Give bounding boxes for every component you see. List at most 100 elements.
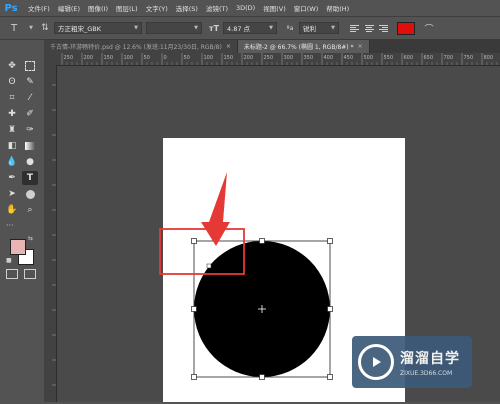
chevron-down-icon: ▼ — [331, 25, 335, 31]
lasso-icon[interactable]: ʘ — [4, 75, 20, 89]
zoom-icon[interactable]: ⌕ — [22, 203, 38, 217]
ruler-tick-label: 450 — [344, 55, 354, 61]
ruler-tick-label: 650 — [424, 55, 434, 61]
pen-icon[interactable]: ✒ — [4, 171, 20, 185]
blur-icon[interactable]: 💧 — [4, 155, 20, 169]
anti-alias-value: 锐利 — [303, 25, 316, 33]
watermark-logo: 溜溜自学 ZIXUE.3D66.COM — [352, 336, 472, 388]
stamp-icon[interactable]: ♜ — [4, 123, 20, 137]
marquee-icon[interactable] — [22, 59, 38, 73]
menu-layer[interactable]: 图层(L) — [116, 3, 138, 13]
font-family-value: 方正粗宋_GBK — [58, 25, 102, 33]
menu-type[interactable]: 文字(Y) — [146, 3, 168, 13]
options-bar: T ▼ ⇅ 方正粗宋_GBK ▼ ▼ тT 4.87 点 ▼ ªa 锐利 ▼ ⌒ — [0, 16, 500, 40]
eraser-icon[interactable]: ◧ — [4, 139, 20, 153]
menu-image[interactable]: 图像(I) — [88, 3, 108, 13]
swap-colors-icon[interactable]: ⇆ — [28, 235, 33, 242]
menu-3d[interactable]: 3D(D) — [236, 4, 255, 12]
ruler-tick-label: 150 — [224, 55, 234, 61]
brush-icon[interactable]: ✐ — [22, 107, 38, 121]
font-size-value: 4.87 点 — [227, 25, 251, 33]
ruler-ticks: 250 200 150 100 50 0 50 100 150 200 250 300 350 400 45… — [61, 53, 498, 65]
menu-bar: Ps 文件(F) 编辑(E) 图像(I) 图层(L) 文字(Y) 选择(S) 滤… — [0, 0, 500, 16]
align-left-icon[interactable] — [349, 22, 361, 34]
hand-icon[interactable]: ✋ — [4, 203, 20, 217]
ruler-tick-label: 0 — [164, 55, 167, 61]
chevron-down-icon: ▼ — [194, 25, 198, 31]
type-icon[interactable]: T — [22, 171, 38, 185]
ruler-tick-label: 100 — [204, 55, 214, 61]
menu-select[interactable]: 选择(S) — [176, 3, 198, 13]
tab-label: 千古情-环游畅特价.psd @ 12.6% (发班:11月23/30日, RGB… — [50, 44, 222, 51]
ruler-tick-label: 100 — [124, 55, 134, 61]
align-right-icon[interactable] — [377, 22, 389, 34]
ruler-tick-label: 50 — [144, 55, 150, 61]
close-icon[interactable]: × — [358, 43, 363, 50]
text-orientation-icon[interactable]: ⇅ — [38, 23, 52, 33]
align-center-icon[interactable] — [363, 22, 375, 34]
ruler-tick-label: 550 — [384, 55, 394, 61]
anti-alias-select[interactable]: 锐利 ▼ — [299, 22, 339, 34]
tab-document-1[interactable]: 千古情-环游畅特价.psd @ 12.6% (发班:11月23/30日, RGB… — [44, 40, 238, 53]
healing-icon[interactable]: ✚ — [4, 107, 20, 121]
font-style-select[interactable]: ▼ — [146, 22, 202, 34]
ruler-tick-label: 150 — [104, 55, 114, 61]
foreground-color-swatch[interactable] — [10, 239, 26, 255]
quick-select-icon[interactable]: ✎ — [22, 75, 38, 89]
anti-alias-label: ªa — [286, 24, 294, 32]
ruler-tick-label: 350 — [304, 55, 314, 61]
menu-filter[interactable]: 滤镜(T) — [206, 3, 228, 13]
type-tool-icon[interactable]: T — [4, 23, 24, 34]
ruler-vertical[interactable] — [44, 65, 57, 402]
close-icon[interactable]: × — [226, 43, 231, 50]
tab-label: 未标题-2 @ 66.7% (椭圆 1, RGB/8#) * — [243, 44, 354, 51]
menu-help[interactable]: 帮助(H) — [326, 3, 349, 13]
document-tabs: 千古情-环游畅特价.psd @ 12.6% (发班:11月23/30日, RGB… — [44, 39, 500, 53]
ruler-vertical-ticks — [52, 84, 56, 386]
chevron-down-icon: ▼ — [269, 25, 273, 31]
ruler-tick-label: 400 — [324, 55, 334, 61]
text-color-swatch[interactable] — [397, 21, 415, 35]
screen-mode-icon[interactable] — [24, 269, 36, 279]
default-colors-icon[interactable]: ■ — [6, 257, 12, 264]
ruler-horizontal[interactable]: 250 200 150 100 50 0 50 100 150 200 250 300 350 400 45… — [56, 53, 500, 66]
tool-preset-chevron-icon[interactable]: ▼ — [24, 25, 38, 31]
menu-edit[interactable]: 编辑(E) — [58, 3, 80, 13]
menu-file[interactable]: 文件(F) — [28, 3, 50, 13]
ruler-tick-label: 250 — [264, 55, 274, 61]
crop-icon[interactable]: ⌗ — [4, 91, 20, 105]
play-logo-icon — [358, 344, 394, 380]
ruler-tick-label: 600 — [404, 55, 414, 61]
more-tools-icon[interactable]: ··· — [6, 221, 14, 230]
ruler-tick-label: 50 — [184, 55, 190, 61]
ruler-tick-label: 300 — [284, 55, 294, 61]
gradient-icon[interactable] — [22, 139, 38, 153]
move-icon[interactable]: ✥ — [4, 59, 20, 73]
warp-text-icon[interactable]: ⌒ — [421, 22, 437, 35]
ruler-tick-label: 500 — [364, 55, 374, 61]
font-size-icon: тT — [208, 23, 220, 33]
tab-document-2[interactable]: 未标题-2 @ 66.7% (椭圆 1, RGB/8#) * × — [237, 40, 370, 53]
ruler-tick-label: 200 — [84, 55, 94, 61]
font-family-select[interactable]: 方正粗宋_GBK ▼ — [54, 22, 142, 34]
history-brush-icon[interactable]: ✑ — [22, 123, 38, 137]
font-size-select[interactable]: 4.87 点 ▼ — [223, 22, 277, 34]
watermark-url: ZIXUE.3D66.COM — [400, 369, 453, 377]
ruler-tick-label: 800 — [484, 55, 494, 61]
chevron-down-icon: ▼ — [134, 25, 138, 31]
photoshop-logo: Ps — [4, 2, 18, 14]
path-select-icon[interactable]: ➤ — [4, 187, 20, 201]
eyedropper-icon[interactable]: ⁄ — [22, 91, 38, 105]
menu-view[interactable]: 视图(V) — [263, 3, 286, 13]
ruler-tick-label: 200 — [244, 55, 254, 61]
dodge-icon[interactable]: ● — [22, 155, 38, 169]
quick-mask-icon[interactable] — [6, 269, 18, 279]
ruler-tick-label: 700 — [444, 55, 454, 61]
ruler-corner — [44, 53, 56, 65]
tools-panel: ✥ ʘ ✎ ⌗ ⁄ ✚ ✐ ♜ ✑ ◧ 💧 ● ✒ T ➤ ✋ ⌕ ··· ⇆ … — [0, 53, 45, 402]
menu-window[interactable]: 窗口(W) — [294, 3, 319, 13]
shape-icon[interactable] — [22, 187, 38, 201]
ruler-tick-label: 250 — [64, 55, 74, 61]
ruler-tick-label: 750 — [464, 55, 474, 61]
watermark-title: 溜溜自学 — [400, 350, 460, 367]
